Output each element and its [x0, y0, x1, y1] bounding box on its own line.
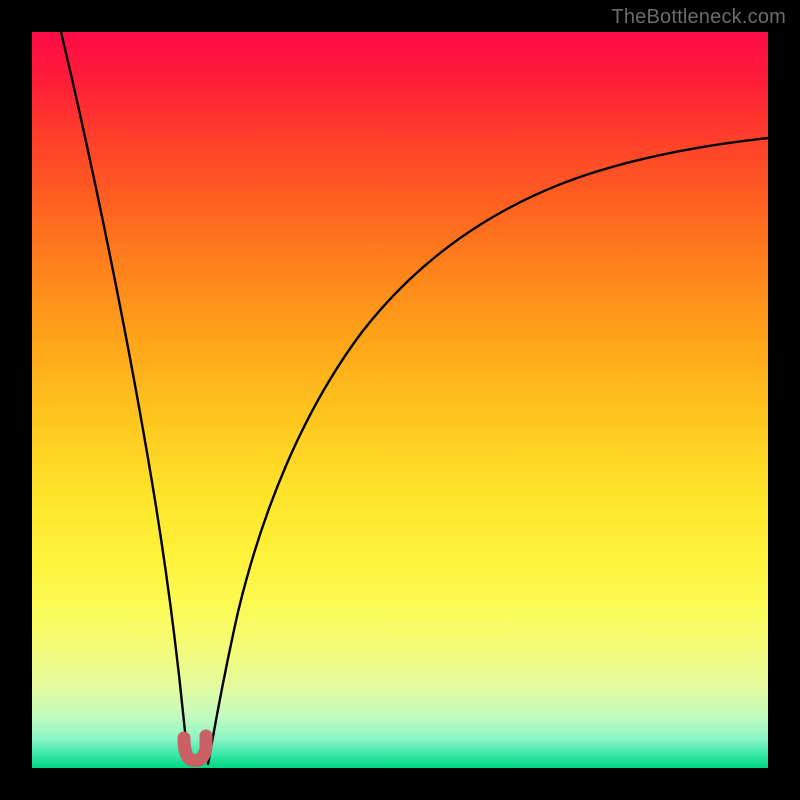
watermark-text: TheBottleneck.com: [611, 6, 786, 29]
chart-frame: TheBottleneck.com: [0, 0, 800, 800]
chart-curves: [32, 32, 768, 768]
curve-right-branch: [208, 138, 768, 764]
curve-left-branch: [61, 32, 190, 764]
plot-area: [32, 32, 768, 768]
marker-min: [184, 736, 206, 761]
